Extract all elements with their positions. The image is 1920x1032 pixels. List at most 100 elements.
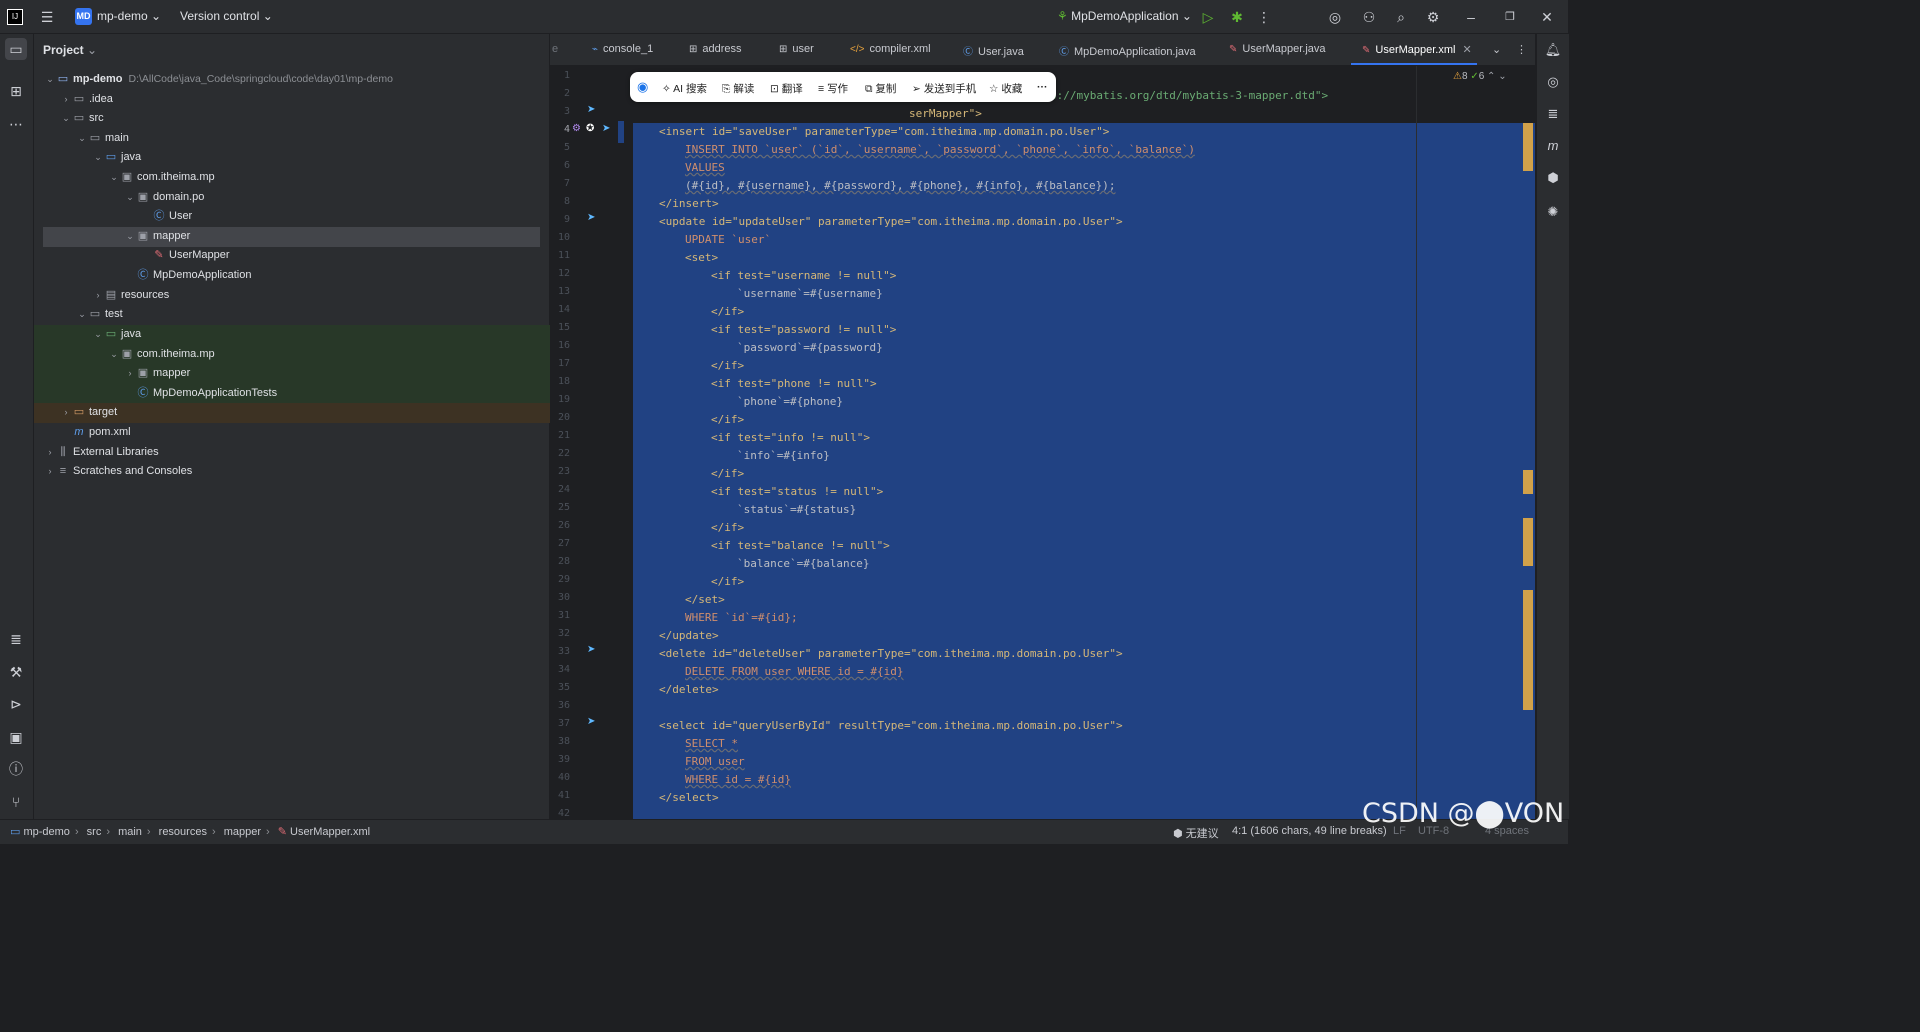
code-line-22: `info`=#{info} — [737, 449, 830, 462]
mybatis-gutter-icon[interactable]: ➤ — [587, 644, 595, 655]
project-panel-title[interactable]: Project ⌄ — [43, 43, 97, 57]
suggestion-status[interactable]: ⬢ 无建议 — [1173, 825, 1219, 841]
more-button[interactable]: ··· — [1037, 81, 1048, 93]
tree-item-external-libraries[interactable]: › ⫼ External Libraries — [34, 443, 559, 463]
search-icon[interactable]: ⌕ — [1392, 8, 1410, 26]
database-tool-icon[interactable]: ≣ — [5, 628, 27, 650]
breadcrumb-item[interactable]: resources — [159, 826, 207, 838]
code-editor[interactable]: 1 2 3 4 5 6 7 8 9 10 11 12 13 14 15 16 17 18 19 20 21 22 23 24 2… — [550, 66, 1535, 819]
add-user-icon[interactable]: ⚇ — [1360, 8, 1378, 26]
settings-icon[interactable]: ⚙ — [1424, 8, 1442, 26]
editor-error-stripe[interactable] — [1523, 120, 1533, 720]
tree-item-test-mapper[interactable]: › ▣ mapper — [34, 364, 639, 384]
problems-tool-icon[interactable]: ⓘ — [5, 758, 27, 780]
status-bar: ▭ mp-demo › src › main › resources › mapper ›… — [0, 819, 1568, 844]
minimize-icon[interactable]: – — [1462, 8, 1480, 26]
breadcrumb-item[interactable]: mapper — [224, 826, 261, 838]
tree-item-java[interactable]: ⌄ ▭ java — [34, 148, 607, 168]
inspection-widget[interactable]: ⚠8 ✓6 ⌃ ⌄ — [1453, 71, 1507, 82]
tab-console-1[interactable]: ⌁ console_1 — [592, 43, 653, 55]
tree-item-domain-po[interactable]: ⌄ ▣ domain.po — [34, 188, 639, 208]
breadcrumb-item[interactable]: mp-demo — [23, 826, 69, 838]
left-tool-strip: ▭ ⊞ ⋯ ≣ ⚒ ⊳ ▣ ⓘ ⑂ — [0, 34, 34, 819]
tree-item-src[interactable]: ⌄ ▭ src — [34, 109, 575, 129]
run-config-dropdown[interactable]: ⚘ MpDemoApplication ⌄ — [1057, 9, 1192, 23]
tab-user-java[interactable]: Ⓒ User.java — [963, 43, 1024, 58]
hamburger-icon[interactable]: ☰ — [38, 8, 56, 26]
tree-item-test-package[interactable]: ⌄ ▣ com.itheima.mp — [34, 345, 623, 365]
ai-search-button[interactable]: ✧ AI 搜索 — [662, 81, 707, 96]
close-window-icon[interactable]: ✕ — [1538, 8, 1556, 26]
close-tab-icon[interactable]: ✕ — [1463, 44, 1472, 56]
more-tools-icon[interactable]: ⋯ — [5, 113, 27, 135]
project-badge[interactable]: MD — [75, 8, 92, 25]
mybatis-gutter-icon[interactable]: ➤ — [587, 212, 595, 223]
tree-item-mapper-selected[interactable]: ⌄ ▣ mapper — [43, 227, 540, 247]
run-icon[interactable]: ▷ — [1199, 8, 1217, 26]
git-tool-icon[interactable]: ⑂ — [5, 791, 27, 813]
mybatis-gutter-icon[interactable]: ➤ — [587, 104, 595, 115]
line-number: 20 — [557, 412, 570, 423]
explain-button[interactable]: ⎘ 解读 — [722, 81, 754, 96]
tree-item-resources[interactable]: › ▤ resources — [34, 286, 607, 306]
line-number: 30 — [557, 592, 570, 603]
assistant-logo-icon[interactable]: ◉ — [637, 79, 648, 95]
structure-tool-icon[interactable]: ⊞ — [5, 80, 27, 102]
copilot-icon[interactable]: ✺ — [1543, 202, 1563, 222]
tree-item-test-java[interactable]: ⌄ ▭ java — [34, 325, 607, 345]
tabs-more-icon[interactable]: ⋮ — [1516, 43, 1527, 56]
code-line-25: `status`=#{status} — [737, 503, 857, 516]
code-line-13: `username`=#{username} — [737, 287, 883, 300]
project-name-dropdown[interactable]: mp-demo ⌄ — [97, 9, 161, 23]
translate-button[interactable]: ⊡ 翻译 — [770, 81, 803, 96]
implement-gutter-icon[interactable]: ⚙ — [572, 123, 581, 134]
tree-item-package[interactable]: ⌄ ▣ com.itheima.mp — [34, 168, 623, 188]
tree-item-test[interactable]: ⌄ ▭ test — [34, 305, 591, 325]
line-number: 18 — [557, 376, 570, 387]
mybatis-gutter-icon[interactable]: ➤ — [602, 123, 610, 134]
tab-user-table[interactable]: ⊞ user — [779, 43, 814, 55]
ai-chat-icon[interactable]: ◎ — [1543, 72, 1563, 92]
breadcrumb-item[interactable]: src — [87, 826, 102, 838]
tree-item-mpdemoapplication[interactable]: Ⓒ MpDemoApplication — [34, 266, 639, 286]
ai-assistant-icon[interactable]: ◎ — [1326, 8, 1344, 26]
maven-icon[interactable]: m — [1543, 136, 1563, 156]
breadcrumb-item[interactable]: main — [118, 826, 142, 838]
tabs-dropdown-icon[interactable]: ⌄ — [1492, 43, 1501, 56]
plugin-icon[interactable]: ⬢ — [1543, 168, 1563, 188]
line-number: 14 — [557, 304, 570, 315]
breadcrumb-item[interactable]: UserMapper.xml — [290, 826, 370, 838]
tab-address[interactable]: ⊞ address — [689, 43, 742, 55]
project-tool-icon[interactable]: ▭ — [5, 38, 27, 60]
tree-item-target[interactable]: › ▭ target — [34, 403, 575, 423]
tab-mpdemoapplication[interactable]: Ⓒ MpDemoApplication.java — [1059, 43, 1196, 58]
tree-item-main[interactable]: ⌄ ▭ main — [34, 129, 591, 149]
mybatis-gutter-icon[interactable]: ➤ — [587, 716, 595, 727]
debug-icon[interactable]: ✱ — [1228, 8, 1246, 26]
notifications-icon[interactable]: 🔔︎ — [1543, 40, 1563, 60]
tree-item-idea[interactable]: › ▭ .idea — [34, 90, 575, 110]
sql-gutter-icon[interactable]: ✪ — [586, 123, 594, 134]
write-button[interactable]: ≡ 写作 — [818, 81, 848, 96]
tab-compiler-xml[interactable]: </> compiler.xml — [850, 43, 931, 55]
tree-item-tests[interactable]: Ⓒ MpDemoApplicationTests — [34, 384, 639, 404]
explain-icon: ⎘ — [722, 83, 731, 95]
version-control-dropdown[interactable]: Version control ⌄ — [180, 9, 273, 23]
line-number: 3 — [563, 106, 570, 117]
favorite-button[interactable]: ☆ 收藏 — [989, 81, 1022, 96]
more-vertical-icon[interactable]: ⋮ — [1255, 8, 1273, 26]
services-tool-icon[interactable]: ⊳ — [5, 693, 27, 715]
database-icon[interactable]: ≣ — [1543, 104, 1563, 124]
tree-item-mp-demo[interactable]: ⌄ ▭ mp-demo D:\AllCode\java_Code\springclou… — [34, 70, 559, 90]
tab-usermapper-xml-active[interactable]: ✎ UserMapper.xml ✕ — [1362, 43, 1472, 56]
send-phone-button[interactable]: ➢ 发送到手机 — [912, 81, 976, 96]
terminal-tool-icon[interactable]: ▣ — [5, 726, 27, 748]
tabs-scroll-left[interactable]: e — [552, 43, 558, 55]
intellij-logo-icon[interactable]: IJ — [7, 9, 23, 25]
tab-usermapper-java[interactable]: ✎ UserMapper.java — [1229, 43, 1326, 55]
build-tool-icon[interactable]: ⚒ — [5, 661, 27, 683]
restore-icon[interactable]: ❐ — [1501, 8, 1519, 26]
tree-item-pom[interactable]: m pom.xml — [34, 423, 575, 443]
copy-button[interactable]: ⧉ 复制 — [865, 81, 896, 96]
tree-item-scratches[interactable]: › ≡ Scratches and Consoles — [34, 462, 559, 482]
